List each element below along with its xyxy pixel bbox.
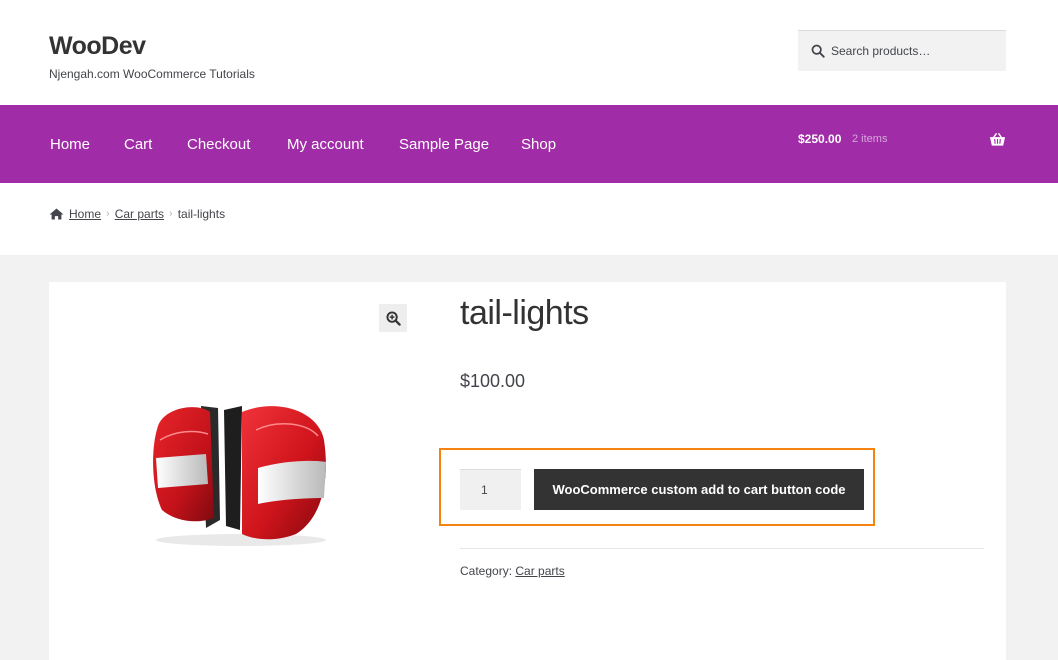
home-icon [49,208,64,220]
product-image[interactable] [146,400,336,550]
search-icon [811,44,825,58]
breadcrumb: Home › Car parts › tail-lights [49,207,225,221]
breadcrumb-separator-icon: › [106,208,110,220]
primary-navigation: Home Cart Checkout My account Sample Pag… [0,105,1058,183]
product-meta: Category: Car parts [460,564,565,578]
product-price: $100.00 [460,371,526,391]
cart-total[interactable]: $250.00 [798,132,841,146]
zoom-button[interactable] [379,304,407,332]
breadcrumb-separator-icon: › [169,208,173,220]
category-link[interactable]: Car parts [515,564,564,578]
nav-item-home[interactable]: Home [50,136,90,153]
breadcrumb-bar: Home › Car parts › tail-lights [0,183,1058,255]
basket-icon[interactable] [989,132,1006,147]
nav-item-shop[interactable]: Shop [521,136,556,153]
site-header: WooDev Njengah.com WooCommerce Tutorials [0,0,1058,105]
nav-item-my-account[interactable]: My account [287,136,364,153]
product-card: tail-lights $100.00 WooCommerce custom a… [49,282,1006,660]
search-input[interactable] [831,44,1001,58]
nav-item-checkout[interactable]: Checkout [187,136,250,153]
site-tagline: Njengah.com WooCommerce Tutorials [49,67,255,81]
breadcrumb-current: tail-lights [177,207,226,221]
nav-item-sample-page[interactable]: Sample Page [399,136,489,153]
cart-count[interactable]: 2 items [852,133,887,145]
divider [460,548,984,549]
breadcrumb-home-link[interactable]: Home [69,207,101,221]
product-title: tail-lights [460,294,589,332]
search-box[interactable] [798,30,1006,71]
add-to-cart-button[interactable]: WooCommerce custom add to cart button co… [534,469,864,510]
zoom-in-icon [385,310,401,326]
nav-item-cart[interactable]: Cart [124,136,152,153]
category-label: Category: [460,564,513,578]
site-title[interactable]: WooDev [49,32,146,61]
breadcrumb-category-link[interactable]: Car parts [115,207,164,221]
quantity-input[interactable] [460,469,521,510]
